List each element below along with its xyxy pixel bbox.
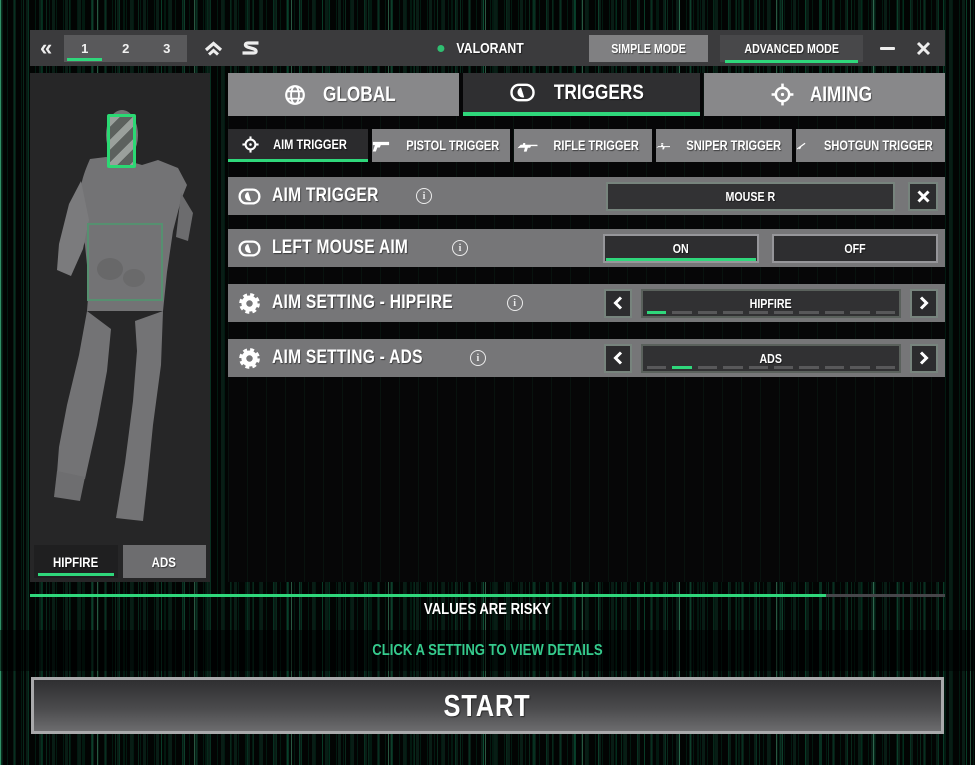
progress-line-filled: [30, 594, 826, 597]
setting-label: AIM SETTING - HIPFIRE: [272, 292, 453, 314]
next-option-button[interactable]: [910, 344, 938, 373]
on-button[interactable]: ON: [603, 234, 759, 263]
tab-global[interactable]: GLOBAL: [228, 73, 459, 116]
title-bar: « 1 2 3 VALORANT SIMPLE: [30, 30, 945, 66]
app-window: « 1 2 3 VALORANT SIMPLE: [0, 0, 975, 765]
option-segments: [647, 366, 895, 369]
trigger-icon: [238, 240, 266, 257]
setting-row-left-mouse-aim[interactable]: LEFT MOUSE AIM i ON OFF: [228, 229, 945, 267]
info-icon[interactable]: i: [507, 295, 523, 311]
setting-label: LEFT MOUSE AIM: [272, 237, 408, 259]
hint-band: CLICK A SETTING TO VIEW DETAILS: [0, 630, 975, 671]
aim-trigger-binding-input[interactable]: MOUSE R: [606, 182, 895, 211]
next-option-button[interactable]: [910, 289, 938, 318]
chevron-right-icon: [919, 296, 929, 310]
option-segments: [647, 311, 895, 314]
sync-icon[interactable]: [240, 40, 261, 56]
ads-setting-value[interactable]: ADS: [641, 344, 901, 373]
risk-warning: VALUES ARE RISKY: [0, 601, 975, 619]
globe-icon: [284, 84, 306, 106]
shotgun-icon: [796, 138, 806, 154]
setting-label: AIM TRIGGER: [272, 185, 379, 207]
mode-switch: SIMPLE MODE ADVANCED MODE: [589, 35, 935, 62]
page-tab-2[interactable]: 2: [105, 35, 146, 62]
advanced-mode-button[interactable]: ADVANCED MODE: [720, 35, 863, 62]
game-status: VALORANT: [437, 40, 538, 57]
page-tab-3[interactable]: 3: [146, 35, 187, 62]
hipfire-setting-value[interactable]: HIPFIRE: [641, 289, 901, 318]
page-tab-1[interactable]: 1: [64, 35, 105, 62]
chevron-left-icon: [613, 351, 623, 365]
gear-icon: [238, 347, 266, 370]
game-connected-dot: [437, 45, 444, 52]
setting-row-aim-setting-ads[interactable]: AIM SETTING - ADS i ADS: [228, 339, 945, 377]
subtab-pistol-trigger[interactable]: PISTOL TRIGGER: [372, 129, 510, 162]
trigger-icon: [238, 188, 266, 205]
off-button[interactable]: OFF: [772, 234, 938, 263]
close-icon: [916, 41, 931, 56]
view-buttons: HIPFIRE ADS: [34, 545, 206, 578]
simple-mode-button[interactable]: SIMPLE MODE: [589, 35, 708, 62]
prev-option-button[interactable]: [604, 344, 632, 373]
tab-triggers[interactable]: TRIGGERS: [463, 73, 700, 116]
pistol-icon: [372, 139, 390, 153]
info-icon[interactable]: i: [416, 188, 432, 204]
tab-aiming[interactable]: AIMING: [704, 73, 945, 116]
rifle-icon: [517, 139, 538, 153]
minimize-icon: [880, 47, 895, 50]
crosshair-icon: [242, 136, 259, 153]
minimize-button[interactable]: [875, 36, 899, 60]
sniper-icon: [656, 139, 670, 153]
close-button[interactable]: [911, 36, 935, 60]
info-icon[interactable]: i: [452, 240, 468, 256]
gear-icon: [238, 292, 266, 315]
hint-text: CLICK A SETTING TO VIEW DETAILS: [372, 642, 602, 660]
crosshair-icon: [771, 83, 794, 106]
setting-label: AIM SETTING - ADS: [272, 347, 423, 369]
subtab-sniper-trigger[interactable]: SNIPER TRIGGER: [656, 129, 792, 162]
subtab-shotgun-trigger[interactable]: SHOTGUN TRIGGER: [796, 129, 945, 162]
hip-target-box[interactable]: [87, 223, 163, 301]
character-panel: HIPFIRE ADS: [30, 73, 210, 582]
chevron-left-icon: [613, 296, 623, 310]
head-target-box[interactable]: [107, 114, 136, 168]
subtab-rifle-trigger[interactable]: RIFLE TRIGGER: [514, 129, 652, 162]
trigger-icon: [510, 83, 535, 102]
hipfire-view-button[interactable]: HIPFIRE: [34, 545, 118, 578]
info-icon[interactable]: i: [470, 350, 486, 366]
chevron-right-icon: [919, 351, 929, 365]
start-button[interactable]: START: [31, 677, 944, 734]
subtab-aim-trigger[interactable]: AIM TRIGGER: [228, 129, 368, 162]
clear-x-icon: [917, 190, 930, 203]
prev-option-button[interactable]: [604, 289, 632, 318]
progress-line-rest: [826, 594, 945, 597]
ads-view-button[interactable]: ADS: [123, 545, 207, 578]
page-tabs: 1 2 3: [64, 35, 187, 62]
clear-binding-button[interactable]: [908, 182, 938, 211]
game-name: VALORANT: [456, 40, 523, 57]
setting-row-aim-setting-hipfire[interactable]: AIM SETTING - HIPFIRE i HIPFIRE: [228, 284, 945, 322]
collapse-up-icon[interactable]: [203, 41, 224, 56]
back-icon[interactable]: «: [40, 33, 52, 63]
setting-row-aim-trigger[interactable]: AIM TRIGGER i MOUSE R: [228, 177, 945, 215]
